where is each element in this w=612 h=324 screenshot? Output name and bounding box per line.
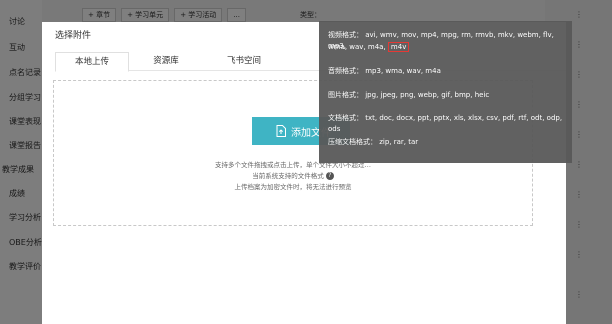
audio-formats-value: mp3, wma, wav, m4a: [365, 67, 441, 75]
image-formats-value: jpg, jpeg, png, webp, gif, bmp, heic: [365, 91, 490, 99]
help-icon[interactable]: ?: [325, 172, 334, 180]
image-formats-row: 图片格式： jpg, jpeg, png, webp, gif, bmp, he…: [328, 90, 489, 101]
tab-local-upload[interactable]: 本地上传: [55, 52, 129, 72]
supported-formats-tooltip: 视频格式： avi, wmv, mov, mp4, mpg, rm, rmvb,…: [319, 21, 572, 163]
document-formats-value: txt, doc, docx, ppt, pptx, xls, xlsx, cs…: [328, 114, 563, 133]
archive-formats-row: 压缩文档格式： zip, rar, tar: [328, 137, 418, 148]
tab-feishu-space[interactable]: 飞书空间: [205, 52, 283, 70]
supported-formats-hint: 当前系统支持的文件格式 ?: [54, 170, 532, 180]
video-formats-value-2: wma, wav, m4a,: [328, 43, 386, 51]
supported-formats-label: 当前系统支持的文件格式: [252, 172, 324, 180]
file-upload-icon: [276, 125, 286, 137]
encryption-hint: 上传档案为加密文件时，将无法进行预览: [234, 183, 352, 191]
document-formats-row: 文档格式： txt, doc, docx, ppt, pptx, xls, xl…: [328, 113, 572, 135]
video-formats-row-2: wma, wav, m4a, m4v: [328, 42, 410, 53]
document-formats-label: 文档格式：: [328, 114, 363, 122]
dialog-title: 选择附件: [55, 31, 92, 41]
archive-formats-label: 压缩文档格式：: [328, 138, 377, 146]
tab-resource-library[interactable]: 资源库: [127, 52, 205, 70]
image-formats-label: 图片格式：: [328, 91, 363, 99]
audio-formats-row: 音频格式： mp3, wma, wav, m4a: [328, 66, 441, 77]
video-formats-label: 视频格式：: [328, 31, 363, 39]
m4v-highlight: m4v: [387, 42, 410, 52]
audio-formats-label: 音频格式：: [328, 67, 363, 75]
archive-formats-value: zip, rar, tar: [379, 138, 419, 146]
